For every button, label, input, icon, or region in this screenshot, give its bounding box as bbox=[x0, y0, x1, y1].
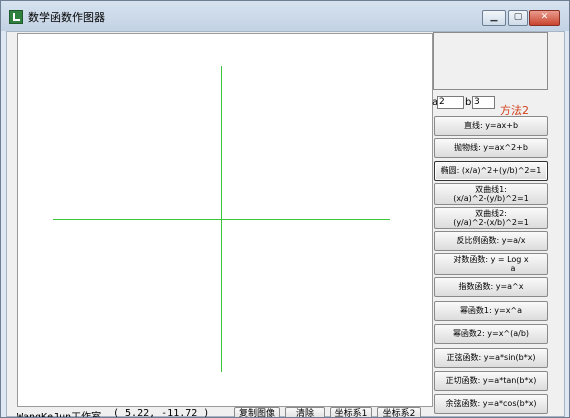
author-label: WangKeJun工作室 bbox=[17, 412, 102, 418]
y-axis bbox=[221, 66, 222, 372]
cosine-function-button[interactable]: 余弦函数: y=a*cos(b*x) bbox=[434, 394, 548, 414]
hyperbola1-formula: (x/a)^2-(y/b)^2=1 bbox=[453, 194, 529, 203]
client-area: a 2 b 3 方法2 直线: y=ax+b 抛物线: y=ax^2+b 椭圆:… bbox=[6, 31, 565, 417]
minimize-button[interactable]: ▁ bbox=[482, 10, 506, 26]
inverse-proportion-button[interactable]: 反比例函数: y=a/x bbox=[434, 231, 548, 251]
function-preview-box bbox=[433, 32, 548, 90]
hyperbola2-title: 双曲线2: bbox=[475, 209, 507, 218]
coordinate-system2-button[interactable]: 坐标系2 bbox=[377, 407, 421, 417]
parabola-function-button[interactable]: 抛物线: y=ax^2+b bbox=[434, 138, 548, 158]
logarithm-function-button[interactable]: 对数函数: y = Log x a bbox=[434, 253, 548, 275]
hyperbola1-title: 双曲线1: bbox=[475, 185, 507, 194]
power-function2-button[interactable]: 幂函数2: y=x^(a/b) bbox=[434, 324, 548, 344]
hyperbola2-function-button[interactable]: 双曲线2: (y/a)^2-(x/b)^2=1 bbox=[434, 207, 548, 229]
close-button[interactable]: ✕ bbox=[529, 10, 560, 26]
hyperbola2-formula: (y/a)^2-(x/b)^2=1 bbox=[453, 218, 529, 227]
cursor-coordinates: ( 5.22, -11.72 ) bbox=[113, 408, 210, 418]
exponential-function-button[interactable]: 指数函数: y=a^x bbox=[434, 277, 548, 297]
logarithm-base: a bbox=[510, 264, 516, 273]
power-function1-button[interactable]: 幂函数1: y=x^a bbox=[434, 301, 548, 321]
line-function-button[interactable]: 直线: y=ax+b bbox=[434, 116, 548, 136]
copy-image-button[interactable]: 复制图像 bbox=[234, 407, 280, 417]
app-window: 数学函数作图器 ▁ ▢ ✕ a 2 b 3 方法2 直线: y=ax+b 抛物线… bbox=[0, 0, 570, 418]
title-bar[interactable]: 数学函数作图器 ▁ ▢ ✕ bbox=[1, 1, 569, 31]
plot-canvas[interactable] bbox=[17, 33, 433, 407]
maximize-button[interactable]: ▢ bbox=[508, 10, 528, 26]
tangent-function-button[interactable]: 正切函数: y=a*tan(b*x) bbox=[434, 371, 548, 391]
clear-button[interactable]: 清除 bbox=[285, 407, 325, 417]
param-a-input[interactable]: 2 bbox=[437, 96, 464, 109]
app-icon bbox=[9, 10, 23, 24]
hyperbola1-function-button[interactable]: 双曲线1: (x/a)^2-(y/b)^2=1 bbox=[434, 183, 548, 205]
logarithm-formula: 对数函数: y = Log x bbox=[453, 255, 529, 264]
coordinate-system1-button[interactable]: 坐标系1 bbox=[330, 407, 372, 417]
window-title: 数学函数作图器 bbox=[28, 11, 105, 24]
param-b-input[interactable]: 3 bbox=[472, 96, 495, 109]
sine-function-button[interactable]: 正弦函数: y=a*sin(b*x) bbox=[434, 348, 548, 368]
ellipse-function-button[interactable]: 椭圆: (x/a)^2+(y/b)^2=1 bbox=[434, 161, 548, 181]
param-b-label: b bbox=[465, 97, 472, 108]
